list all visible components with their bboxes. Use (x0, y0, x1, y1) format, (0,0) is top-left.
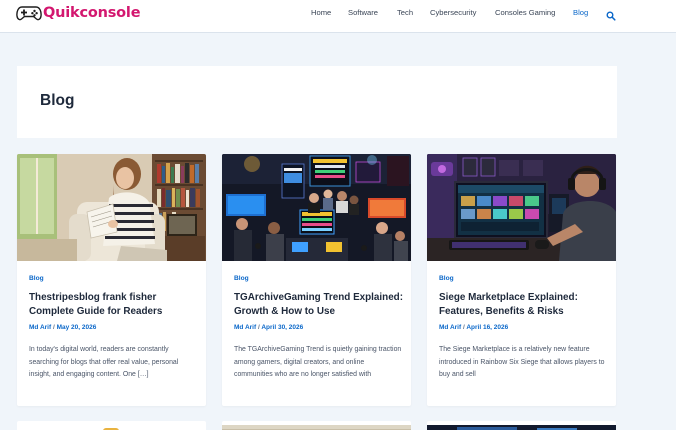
nav-item-cybersecurity[interactable]: Cybersecurity (430, 8, 476, 17)
nav-item-home[interactable]: Home (311, 8, 331, 17)
post-author[interactable]: Md Arif (234, 324, 256, 331)
post-excerpt: The TGArchiveGaming Trend is quietly gai… (234, 346, 402, 379)
post-author[interactable]: Md Arif (439, 324, 461, 331)
page-title: Blog (40, 92, 75, 109)
post-thumbnail-reader[interactable] (17, 154, 206, 261)
post-meta: Md Arif / May 20, 2026 (29, 324, 96, 331)
nav-item-software[interactable]: Software (348, 8, 378, 17)
page-title-box: Blog (17, 66, 617, 138)
site-header: Quikconsole Home Software Tech Cybersecu… (0, 0, 676, 33)
post-card-partial[interactable] (222, 421, 411, 430)
post-card: Blog Siege Marketplace Explained: Featur… (427, 154, 616, 406)
search-icon[interactable] (606, 8, 616, 21)
post-excerpt: The Siege Marketplace is a relatively ne… (439, 346, 605, 379)
post-meta: Md Arif / April 16, 2026 (439, 324, 508, 331)
post-thumbnail-gamer-desk[interactable] (427, 154, 616, 261)
post-title[interactable]: Siege Marketplace Explained: Features, B… (439, 291, 609, 318)
post-card: Blog Thestripesblog frank fisher Complet… (17, 154, 206, 406)
post-card-partial[interactable] (17, 421, 206, 430)
post-category[interactable]: Blog (439, 275, 454, 282)
post-category[interactable]: Blog (234, 275, 249, 282)
post-category[interactable]: Blog (29, 275, 44, 282)
post-title[interactable]: TGArchiveGaming Trend Explained: Growth … (234, 291, 404, 318)
nav-item-tech[interactable]: Tech (397, 8, 413, 17)
post-excerpt: In today's digital world, readers are co… (29, 346, 179, 379)
main-nav: Home Software Tech Cybersecurity Console… (0, 8, 676, 20)
nav-item-blog[interactable]: Blog (573, 8, 588, 17)
post-thumbnail-gaming-expo[interactable] (222, 154, 411, 261)
post-date: May 20, 2026 (56, 324, 97, 331)
post-title[interactable]: Thestripesblog frank fisher Complete Gui… (29, 291, 199, 318)
post-card-partial[interactable] (427, 421, 616, 430)
post-author[interactable]: Md Arif (29, 324, 51, 331)
nav-item-consoles-gaming[interactable]: Consoles Gaming (495, 8, 555, 17)
post-meta: Md Arif / April 30, 2026 (234, 324, 303, 331)
post-date: April 30, 2026 (261, 324, 304, 331)
post-card: Blog TGArchiveGaming Trend Explained: Gr… (222, 154, 411, 406)
post-date: April 16, 2026 (466, 324, 509, 331)
